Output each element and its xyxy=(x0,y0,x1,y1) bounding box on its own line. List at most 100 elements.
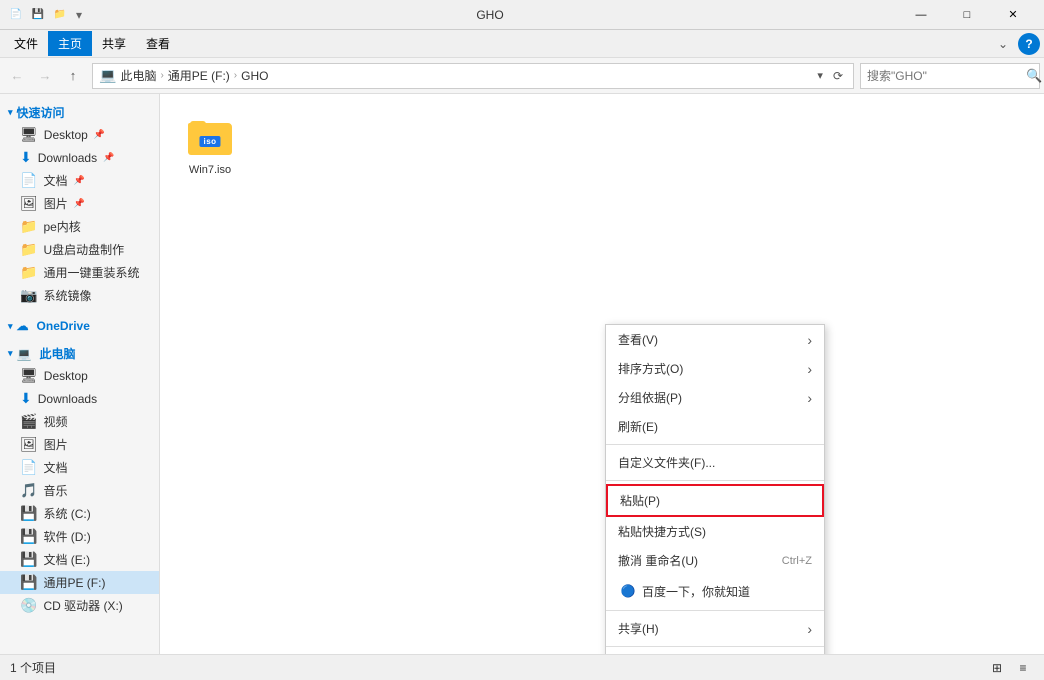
sysimage-icon: 📷 xyxy=(20,287,37,304)
refresh-button[interactable]: ⟳ xyxy=(829,69,847,83)
sidebar-item-music[interactable]: 🎵 音乐 xyxy=(0,479,159,502)
sidebar-item-desktop-pc[interactable]: 🖥 Desktop xyxy=(0,364,159,387)
sidebar-thispc-label[interactable]: ▾ 💻 此电脑 xyxy=(0,339,159,364)
content-area[interactable]: iso Win7.iso 查看(V) 排序方式(O) 分组依据(P) 刷新(E)… xyxy=(160,94,1044,654)
sidebar-quickaccess-label[interactable]: ▾ 快速访问 xyxy=(0,98,159,123)
pc-icon: 💻 xyxy=(99,67,116,84)
grid-view-button[interactable]: ⊞ xyxy=(986,657,1008,679)
main-layout: ▾ 快速访问 🖥 Desktop 📌 ⬇ Downloads 📌 📄 文档 📌 … xyxy=(0,94,1044,654)
sidebar-item-downloads-pc[interactable]: ⬇ Downloads xyxy=(0,387,159,410)
ctx-new[interactable]: 新建(W) xyxy=(606,650,824,654)
sidebar: ▾ 快速访问 🖥 Desktop 📌 ⬇ Downloads 📌 📄 文档 📌 … xyxy=(0,94,160,654)
status-bar: 1 个项目 ⊞ ≡ xyxy=(0,654,1044,680)
drive-f-icon: 💾 xyxy=(20,574,37,591)
onedrive-text: OneDrive xyxy=(37,319,90,333)
address-bar[interactable]: 💻 此电脑 › 通用PE (F:) › GHO ▾ ⟳ xyxy=(92,63,854,89)
title-bar-icons: 📄 💾 📁 ▾ xyxy=(8,7,82,23)
pin-icon-4: 📌 xyxy=(74,198,85,209)
sidebar-item-drive-d[interactable]: 💾 软件 (D:) xyxy=(0,525,159,548)
save-icon: 💾 xyxy=(30,7,46,23)
usb-folder-icon: 📁 xyxy=(20,241,37,258)
sidebar-item-drive-x[interactable]: 💿 CD 驱动器 (X:) xyxy=(0,594,159,617)
back-button[interactable]: ← xyxy=(4,63,30,89)
minimize-button[interactable]: — xyxy=(898,0,944,30)
forward-button[interactable]: → xyxy=(32,63,58,89)
quickaccess-text: 快速访问 xyxy=(17,104,65,121)
drive-e-icon: 💾 xyxy=(20,551,37,568)
sidebar-item-docs-quick[interactable]: 📄 文档 📌 xyxy=(0,169,159,192)
menu-options[interactable]: ⌄ xyxy=(992,33,1014,55)
search-icon[interactable]: 🔍 xyxy=(1026,68,1042,84)
computer-icon: 💻 xyxy=(17,347,32,361)
ctx-baidu[interactable]: 🔵 百度一下，你就知道 xyxy=(606,575,824,607)
ctx-group[interactable]: 分组依据(P) xyxy=(606,383,824,412)
docs-icon: 📄 xyxy=(20,172,37,189)
drive-c-icon: 💾 xyxy=(20,505,37,522)
sidebar-item-pics-pc[interactable]: 🖼 图片 xyxy=(0,433,159,456)
iso-file-icon: iso xyxy=(186,112,234,160)
desktop-icon: 🖥 xyxy=(20,126,38,143)
ctx-customize[interactable]: 自定义文件夹(F)... xyxy=(606,448,824,477)
title-bar: 📄 💾 📁 ▾ GHO — □ ✕ xyxy=(0,0,1044,30)
breadcrumb-pc[interactable]: 此电脑 xyxy=(120,67,156,84)
pics-icon: 🖼 xyxy=(20,195,38,212)
sidebar-item-drive-f[interactable]: 💾 通用PE (F:) xyxy=(0,571,159,594)
sidebar-item-drive-e[interactable]: 💾 文档 (E:) xyxy=(0,548,159,571)
drive-x-icon: 💿 xyxy=(20,597,37,614)
video-icon: 🎬 xyxy=(20,413,37,430)
pics-pc-icon: 🖼 xyxy=(20,436,38,453)
breadcrumb-folder[interactable]: GHO xyxy=(241,69,268,83)
thispc-arrow: ▾ xyxy=(8,348,13,359)
file-icon: 📄 xyxy=(8,7,24,23)
pin-icon: 📌 xyxy=(94,129,105,140)
file-name: Win7.iso xyxy=(189,164,231,176)
sidebar-item-sysimage[interactable]: 📷 系统镜像 xyxy=(0,284,159,307)
sidebar-onedrive-label[interactable]: ▾ ☁ OneDrive xyxy=(0,313,159,335)
help-button[interactable]: ? xyxy=(1018,33,1040,55)
window-controls: — □ ✕ xyxy=(898,0,1036,30)
ctx-sort[interactable]: 排序方式(O) xyxy=(606,354,824,383)
context-menu: 查看(V) 排序方式(O) 分组依据(P) 刷新(E) 自定义文件夹(F)...… xyxy=(605,324,825,654)
sidebar-item-reinstall[interactable]: 📁 通用一键重装系统 xyxy=(0,261,159,284)
list-view-button[interactable]: ≡ xyxy=(1012,657,1034,679)
window-title: GHO xyxy=(82,8,898,22)
ctx-paste-shortcut[interactable]: 粘贴快捷方式(S) xyxy=(606,517,824,546)
ctx-view[interactable]: 查看(V) xyxy=(606,325,824,354)
ctx-sep-1 xyxy=(606,444,824,445)
address-dropdown[interactable]: ▾ xyxy=(813,69,827,83)
ctx-refresh[interactable]: 刷新(E) xyxy=(606,412,824,441)
ctx-sep-2 xyxy=(606,480,824,481)
sidebar-item-downloads-quick[interactable]: ⬇ Downloads 📌 xyxy=(0,146,159,169)
pin-icon-3: 📌 xyxy=(73,175,84,186)
sidebar-item-video[interactable]: 🎬 视频 xyxy=(0,410,159,433)
menu-file[interactable]: 文件 xyxy=(4,31,48,56)
folder-icon: 📁 xyxy=(52,7,68,23)
sidebar-item-usb[interactable]: 📁 U盘启动盘制作 xyxy=(0,238,159,261)
breadcrumb-drive[interactable]: 通用PE (F:) xyxy=(168,67,230,84)
sidebar-item-pe[interactable]: 📁 pe内核 xyxy=(0,215,159,238)
sidebar-item-docs-pc[interactable]: 📄 文档 xyxy=(0,456,159,479)
search-box[interactable]: 🔍 xyxy=(860,63,1040,89)
sidebar-item-pics-quick[interactable]: 🖼 图片 📌 xyxy=(0,192,159,215)
file-win7iso[interactable]: iso Win7.iso xyxy=(170,104,250,184)
ctx-paste[interactable]: 粘贴(P) xyxy=(606,484,824,517)
music-icon: 🎵 xyxy=(20,482,37,499)
onedrive-arrow: ▾ xyxy=(8,321,13,332)
baidu-icon: 🔵 xyxy=(618,581,638,601)
menu-share[interactable]: 共享 xyxy=(92,31,136,56)
menu-view[interactable]: 查看 xyxy=(136,31,180,56)
cloud-icon: ☁ xyxy=(17,319,29,333)
ctx-undo-rename[interactable]: 撤消 重命名(U) Ctrl+Z xyxy=(606,546,824,575)
ctx-share[interactable]: 共享(H) xyxy=(606,614,824,643)
up-button[interactable]: ↑ xyxy=(60,63,86,89)
docs-pc-icon: 📄 xyxy=(20,459,37,476)
maximize-button[interactable]: □ xyxy=(944,0,990,30)
reinstall-folder-icon: 📁 xyxy=(20,264,37,281)
sidebar-item-drive-c[interactable]: 💾 系统 (C:) xyxy=(0,502,159,525)
close-button[interactable]: ✕ xyxy=(990,0,1036,30)
pe-folder-icon: 📁 xyxy=(20,218,37,235)
search-input[interactable] xyxy=(867,69,1022,83)
toolbar: ← → ↑ 💻 此电脑 › 通用PE (F:) › GHO ▾ ⟳ 🔍 xyxy=(0,58,1044,94)
menu-home[interactable]: 主页 xyxy=(48,31,92,56)
sidebar-item-desktop-quick[interactable]: 🖥 Desktop 📌 xyxy=(0,123,159,146)
